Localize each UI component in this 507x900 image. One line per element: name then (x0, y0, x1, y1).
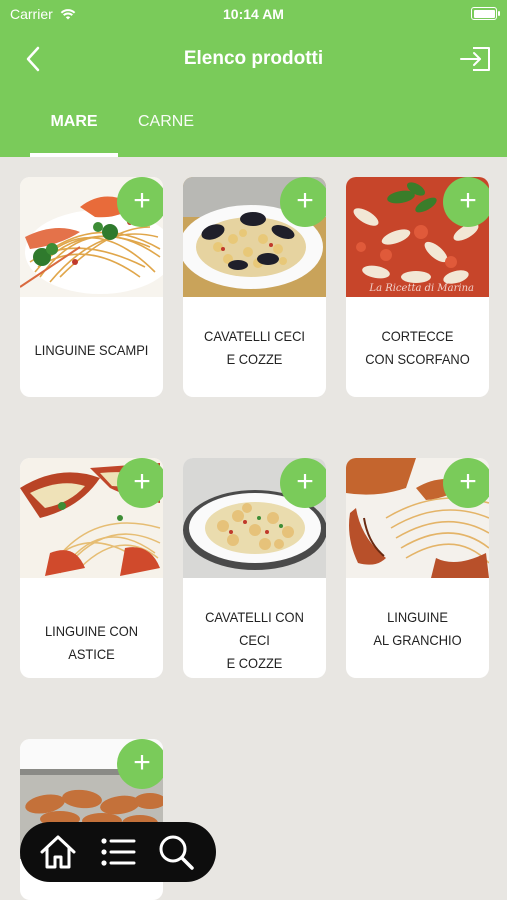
logout-icon (460, 47, 490, 71)
product-card[interactable]: CAVATELLI CON CECI E COZZE + (183, 458, 326, 678)
product-name: CAVATELLI CON CECI E COZZE (205, 609, 304, 671)
app-header: Carrier 10:14 AM Elenco prodotti MARE CA… (0, 0, 507, 157)
status-bar: Carrier 10:14 AM (0, 0, 507, 28)
add-button[interactable]: + (117, 177, 163, 227)
product-name: CORTECCE CON SCORFANO (365, 328, 470, 367)
product-card[interactable]: La Ricetta di Marina CORTECCE CON SCORFA… (346, 177, 489, 397)
battery-icon (471, 7, 500, 20)
add-button[interactable]: + (117, 458, 163, 508)
plus-icon: + (133, 465, 151, 498)
bottom-toolbar (20, 822, 216, 882)
plus-icon: + (133, 184, 151, 217)
product-card[interactable]: CAVATELLI CECI E COZZE + (183, 177, 326, 397)
tab-label: CARNE (137, 113, 194, 130)
plus-icon: + (296, 465, 314, 498)
search-icon (159, 835, 194, 870)
tab-label: MARE (50, 113, 98, 130)
home-button[interactable] (38, 832, 78, 872)
tab-mare[interactable]: MARE (30, 100, 118, 157)
list-icon (101, 838, 136, 866)
list-button[interactable] (98, 832, 138, 872)
add-button[interactable]: + (443, 458, 489, 508)
product-name: LINGUINE CON ASTICE (44, 623, 139, 662)
plus-icon: + (133, 746, 151, 779)
page-title: Elenco prodotti (183, 48, 324, 69)
tab-carne[interactable]: CARNE (128, 100, 204, 157)
watermark-text: La Ricetta di Marina (368, 283, 474, 294)
status-time: 10:14 AM (223, 6, 284, 22)
category-tabs: MARE CARNE (0, 100, 507, 157)
plus-icon: + (459, 465, 477, 498)
plus-icon: + (296, 184, 314, 217)
product-name: LINGUINE SCAMPI (34, 342, 149, 358)
product-name: CAVATELLI CECI E COZZE (204, 328, 305, 367)
home-icon (40, 835, 76, 869)
add-button[interactable]: + (280, 177, 326, 227)
product-card[interactable]: LINGUINE AL GRANCHIO + (346, 458, 489, 678)
nav-bar: Elenco prodotti (0, 38, 507, 82)
product-card[interactable]: LINGUINE CON ASTICE + (20, 458, 163, 678)
logout-button[interactable] (459, 44, 493, 74)
product-name: LINGUINE AL GRANCHIO (373, 609, 462, 648)
product-card[interactable]: LINGUINE SCAMPI + (20, 177, 163, 397)
search-button[interactable] (156, 832, 196, 872)
add-button[interactable]: + (443, 177, 489, 227)
plus-icon: + (459, 184, 477, 217)
add-button[interactable]: + (280, 458, 326, 508)
add-button[interactable]: + (117, 739, 163, 789)
